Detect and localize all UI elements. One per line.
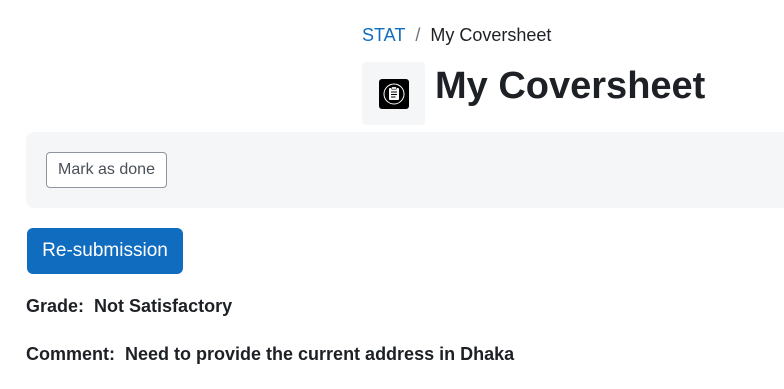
grade-line: Grade: Not Satisfactory [26,296,232,317]
breadcrumb-separator: / [415,25,421,45]
breadcrumb: STAT / My Coversheet [362,24,551,46]
comment-value: Need to provide the current address in D… [125,344,515,364]
activity-icon-container [362,62,425,125]
resubmission-button[interactable]: Re-submission [27,228,183,274]
breadcrumb-link-stat[interactable]: STAT [362,24,405,46]
mark-as-done-button[interactable]: Mark as done [46,152,167,188]
document-icon-glyph [383,83,404,104]
document-icon [378,78,409,109]
grade-value: Not Satisfactory [94,296,233,316]
page-title: My Coversheet [435,65,706,107]
comment-label: Comment: [26,344,115,364]
comment-line: Comment: Need to provide the current add… [26,344,514,365]
completion-panel: Mark as done [26,132,784,208]
page: STAT / My Coversheet My Coversheet Mark … [0,0,784,389]
breadcrumb-current: My Coversheet [430,25,552,45]
grade-label: Grade: [26,296,85,316]
